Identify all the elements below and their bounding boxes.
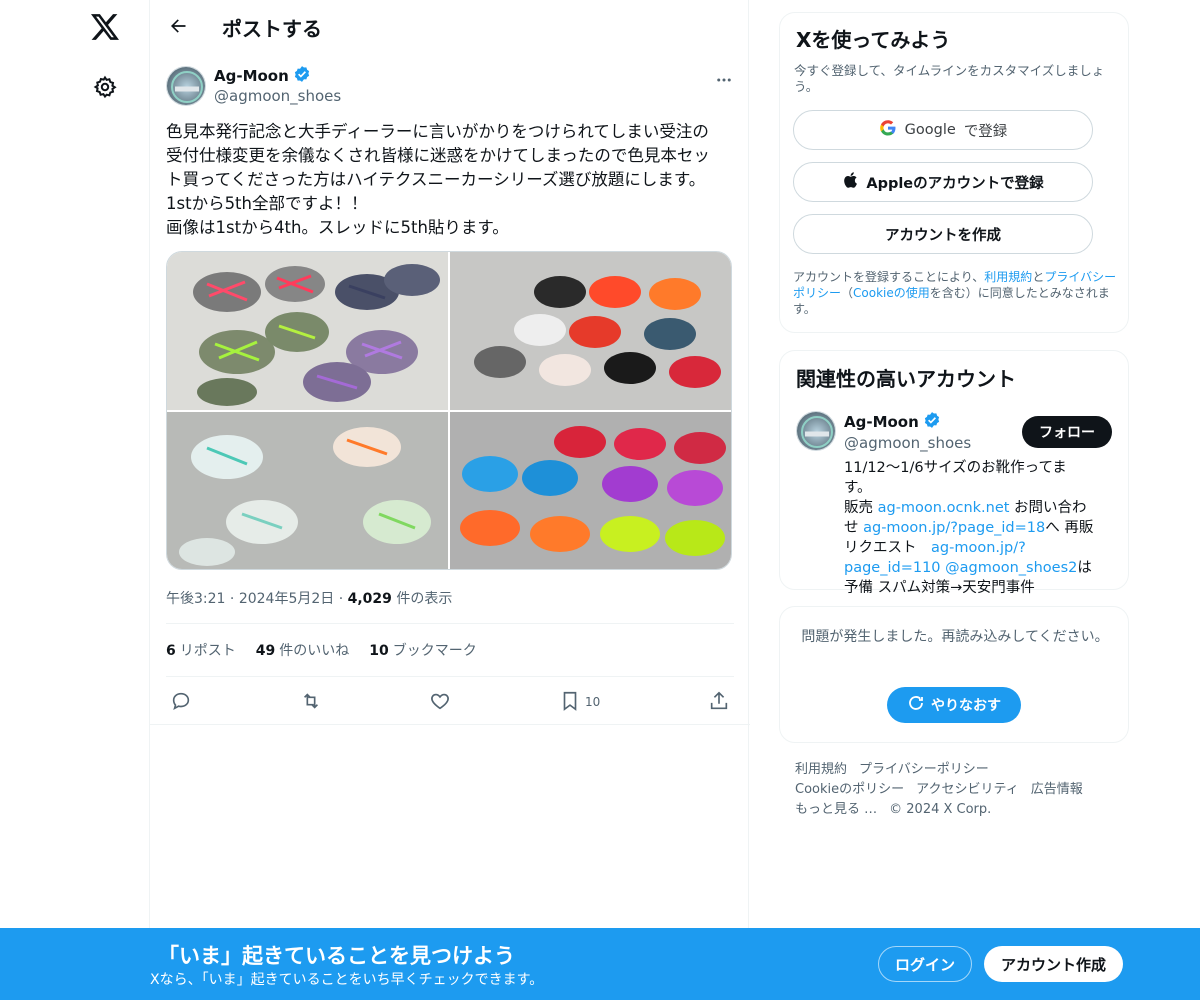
footer-link[interactable]: Cookieのポリシー [795, 782, 904, 797]
apple-signup-button[interactable]: Appleのアカウントで登録 [793, 162, 1093, 202]
meta-separator: · [229, 591, 235, 607]
post-time[interactable]: 午後3:21 [166, 591, 225, 607]
bio-link-shop[interactable]: ag-moon.ocnk.net [878, 500, 1010, 516]
post-date[interactable]: 2024年5月2日 [239, 591, 334, 607]
bottom-bar-subtitle: Xなら、「いま」起きていることをいち早くチェックできます。 [150, 972, 544, 988]
author-name[interactable]: Ag-Moon [214, 65, 311, 87]
share-icon [708, 690, 730, 715]
reply-button[interactable] [170, 690, 192, 715]
verified-badge-icon [923, 411, 941, 433]
back-arrow-icon[interactable] [164, 12, 192, 40]
main-column: ポストする Ag-Moon @agmoon_shoes 色見本発行記念と大手ディ… [149, 0, 750, 1000]
bottom-bar-title: 「いま」起きていることを見つけよう [158, 944, 515, 968]
views-label: 件の表示 [396, 591, 453, 607]
meta-separator: · [338, 591, 344, 607]
avatar[interactable] [796, 411, 836, 451]
page-title: ポストする [222, 17, 322, 41]
footer-copyright: © 2024 X Corp. [889, 802, 992, 817]
account-name[interactable]: Ag-Moon [844, 411, 941, 433]
divider [166, 623, 734, 624]
relevant-accounts-title: 関連性の高いアカウント [796, 367, 1016, 391]
signup-legal-text: アカウントを登録することにより、利用規約とプライバシーポリシー（Cookieの使… [793, 270, 1117, 316]
divider [150, 724, 750, 725]
post-stats: 6 リポスト 49 件のいいね 10 ブックマーク [166, 640, 477, 660]
retry-button[interactable]: やりなおす [887, 687, 1021, 723]
share-button[interactable] [708, 690, 730, 715]
signup-card-title: Xを使ってみよう [796, 28, 951, 52]
views-count: 4,029 [347, 591, 392, 607]
page-header: ポストする [150, 0, 750, 53]
bio-link-mention[interactable]: @agmoon_shoes2 [945, 560, 1077, 576]
author-handle[interactable]: @agmoon_shoes [214, 87, 341, 105]
footer-more-link[interactable]: もっと見る … [795, 802, 877, 817]
post-actions: 10 [166, 686, 734, 718]
terms-link[interactable]: 利用規約 [984, 270, 1032, 284]
post-image-3[interactable] [167, 411, 448, 569]
create-account-button[interactable]: アカウントを作成 [793, 214, 1093, 254]
like-button[interactable] [429, 690, 451, 715]
bookmarks-stat[interactable]: 10 ブックマーク [369, 640, 476, 660]
bookmark-icon [559, 690, 581, 715]
error-card: 問題が発生しました。再読み込みしてください。 やりなおす [779, 606, 1129, 743]
account-bio: 11/12〜1/6サイズのお靴作ってます。 販売 ag-moon.ocnk.ne… [844, 460, 1094, 596]
likes-stat[interactable]: 49 件のいいね [256, 640, 349, 660]
repost-icon [300, 690, 322, 715]
follow-button[interactable]: フォロー [1022, 416, 1112, 448]
relevant-accounts-card: 関連性の高いアカウント Ag-Moon @agmoon_shoes フォロー 1… [779, 350, 1129, 596]
apple-button-label: Appleのアカウントで登録 [866, 175, 1044, 192]
footer-links: 利用規約 プライバシーポリシー Cookieのポリシー アクセシビリティ 広告情報 も… [795, 760, 1115, 820]
signup-card-subtitle: 今すぐ登録して、タイムラインをカスタマイズしましょう。 [794, 63, 1105, 94]
footer-link[interactable]: 広告情報 [1031, 782, 1083, 797]
bio-link-contact[interactable]: ag-moon.jp/?page_id=18 [863, 520, 1045, 536]
post-image-4[interactable] [450, 411, 731, 569]
apple-logo-icon [842, 171, 858, 193]
error-message: 問題が発生しました。再読み込みしてください。 [801, 629, 1109, 645]
google-signup-button[interactable]: Google で登録 [793, 110, 1093, 150]
account-name-text[interactable]: Ag-Moon [844, 413, 919, 431]
footer-link[interactable]: プライバシーポリシー [859, 762, 989, 777]
google-logo-icon [879, 119, 897, 141]
post-author: Ag-Moon @agmoon_shoes [166, 64, 736, 108]
reposts-stat[interactable]: 6 リポスト [166, 640, 236, 660]
signup-card: Xを使ってみよう 今すぐ登録して、タイムラインをカスタマイズしましょう。 Goo… [779, 12, 1129, 333]
cookie-link[interactable]: Cookieの使用 [853, 286, 930, 300]
reply-icon [170, 690, 192, 715]
bottom-signup-bar: 「いま」起きていることを見つけよう Xなら、「いま」起きていることをいち早くチェ… [0, 928, 1200, 1000]
refresh-icon [907, 694, 925, 716]
avatar[interactable] [166, 66, 206, 106]
post-image-2[interactable] [450, 252, 731, 410]
post-meta: 午後3:21 · 2024年5月2日 · 4,029 件の表示 [166, 588, 452, 608]
settings-gear-icon[interactable] [90, 72, 120, 102]
post-text: 色見本発行記念と大手ディーラーに言いがかりをつけられてしまい受注の 受付仕様変更… [166, 122, 710, 237]
x-logo-icon[interactable] [88, 10, 122, 44]
verified-badge-icon [293, 65, 311, 87]
left-nav [0, 0, 150, 1000]
post-image-1[interactable] [167, 252, 448, 410]
google-button-suffix: で登録 [963, 123, 1008, 140]
login-button[interactable]: ログイン [878, 946, 972, 982]
bookmark-count: 10 [585, 695, 601, 709]
author-name-text[interactable]: Ag-Moon [214, 67, 289, 85]
retry-label: やりなおす [931, 698, 1001, 714]
heart-icon [429, 690, 451, 715]
more-options-icon[interactable] [712, 68, 736, 92]
signup-button[interactable]: アカウント作成 [984, 946, 1123, 982]
footer-link[interactable]: 利用規約 [795, 762, 847, 777]
footer-link[interactable]: アクセシビリティ [916, 782, 1019, 797]
repost-button[interactable] [300, 690, 322, 715]
google-button-word: Google [904, 122, 956, 138]
bookmark-button[interactable]: 10 [559, 690, 600, 715]
divider [166, 676, 734, 677]
post-media-grid [166, 251, 732, 570]
account-handle[interactable]: @agmoon_shoes [844, 434, 971, 452]
